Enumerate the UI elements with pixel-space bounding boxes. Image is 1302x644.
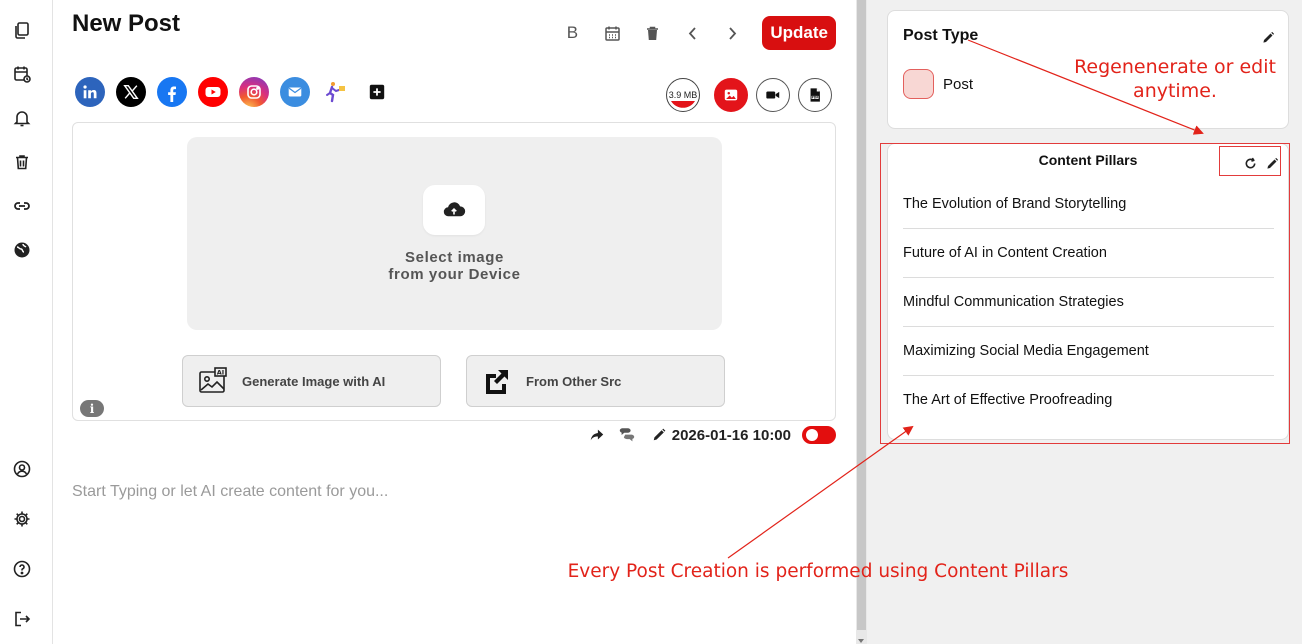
publish-toggle[interactable]: [802, 426, 836, 444]
content-pillars-edit-pencil-icon[interactable]: [1265, 156, 1279, 170]
storage-usage-badge: 3.9 MB: [666, 78, 700, 112]
globe-icon[interactable]: [12, 240, 32, 260]
cloud-upload-icon: [423, 185, 485, 235]
next-chevron-icon[interactable]: [720, 21, 744, 45]
delete-icon[interactable]: [640, 21, 664, 45]
content-pillar-item[interactable]: Maximizing Social Media Engagement: [903, 327, 1274, 376]
content-pillars-title: Content Pillars: [1038, 152, 1138, 168]
annotation-regenerate-line-2: anytime.: [1133, 80, 1217, 102]
content-pillars-card: Content Pillars The Evolution of Brand S…: [887, 143, 1289, 440]
dropzone-text: Select image from your Device: [187, 249, 722, 283]
generate-image-label: Generate Image with AI: [242, 373, 386, 389]
logout-icon[interactable]: [12, 609, 32, 629]
link-icon[interactable]: [12, 196, 32, 216]
scheduled-date[interactable]: 2026-01-16 10:00: [672, 427, 791, 444]
add-platform-icon[interactable]: [362, 77, 392, 107]
trash-icon[interactable]: [12, 152, 32, 172]
image-dropzone[interactable]: Select image from your Device: [187, 137, 722, 330]
post-meta-row: 2026-01-16 10:00: [588, 424, 836, 446]
left-sidebar: [0, 0, 53, 644]
share-icon[interactable]: [588, 426, 606, 444]
app-root: New Post B Update 3.9 MB PDF Select imag…: [0, 0, 1302, 644]
annotation-regenerate-line-1: Regenenerate or edit: [1074, 56, 1276, 78]
video-camera-icon: [766, 91, 780, 99]
email-icon[interactable]: [280, 77, 310, 107]
settings-gear-icon[interactable]: [12, 509, 32, 529]
page-title: New Post: [72, 10, 181, 37]
post-type-edit-pencil-icon[interactable]: [1262, 31, 1276, 45]
ai-image-icon: AI: [198, 366, 228, 396]
content-pillar-item[interactable]: Mindful Communication Strategies: [903, 278, 1274, 327]
help-icon[interactable]: [12, 559, 32, 579]
custom-runner-icon[interactable]: [321, 77, 351, 107]
media-upload-panel: Select image from your Device AI Generat…: [72, 122, 836, 421]
image-icon: [724, 89, 738, 101]
compose-input[interactable]: [72, 472, 832, 512]
calendar-clock-icon[interactable]: [12, 64, 32, 84]
content-pillars-tools: [1235, 156, 1279, 170]
media-controls: 3.9 MB PDF: [666, 78, 836, 114]
generate-image-ai-button[interactable]: AI Generate Image with AI: [182, 355, 441, 407]
content-pillars-list: The Evolution of Brand Storytelling Futu…: [903, 180, 1274, 425]
from-other-source-button[interactable]: From Other Src: [466, 355, 725, 407]
regenerate-icon[interactable]: [1243, 156, 1257, 170]
external-link-icon: [482, 366, 512, 396]
svg-text:PDF: PDF: [812, 96, 819, 100]
editor-toolbar: B Update: [544, 16, 836, 50]
posts-icon[interactable]: [12, 20, 32, 40]
post-type-title: Post Type: [903, 27, 979, 44]
video-media-button[interactable]: [756, 78, 790, 112]
post-type-color-swatch[interactable]: [903, 69, 934, 99]
bold-icon[interactable]: B: [560, 21, 584, 45]
dropzone-line-2: from your Device: [388, 266, 521, 283]
post-editor: New Post B Update 3.9 MB PDF Select imag…: [53, 0, 856, 644]
facebook-icon[interactable]: [157, 77, 187, 107]
image-media-button[interactable]: [714, 78, 748, 112]
previous-chevron-icon[interactable]: [680, 21, 704, 45]
svg-text:AI: AI: [217, 369, 224, 377]
from-other-source-label: From Other Src: [526, 373, 622, 389]
youtube-icon[interactable]: [198, 77, 228, 107]
scroll-down-arrow[interactable]: [858, 639, 864, 643]
annotation-bottom-text: Every Post Creation is performed using C…: [567, 561, 1069, 582]
edit-date-pencil-icon[interactable]: [650, 426, 668, 444]
pdf-file-icon: PDF: [810, 88, 820, 102]
file-size-label: 3.9 MB: [668, 90, 698, 100]
dropzone-line-1: Select image: [405, 249, 504, 266]
content-pillar-item[interactable]: The Art of Effective Proofreading: [903, 376, 1274, 425]
x-icon[interactable]: [116, 77, 146, 107]
annotation-regenerate-text: Regenenerate or edit anytime.: [1070, 55, 1280, 103]
content-pillar-item[interactable]: Future of AI in Content Creation: [903, 229, 1274, 278]
scrollbar-thumb[interactable]: [857, 0, 866, 630]
instagram-icon[interactable]: [239, 77, 269, 107]
info-icon[interactable]: i: [80, 400, 104, 417]
notification-bell-icon[interactable]: [12, 108, 32, 128]
content-pillar-item[interactable]: The Evolution of Brand Storytelling: [903, 180, 1274, 229]
user-profile-icon[interactable]: [12, 459, 32, 479]
linkedin-icon[interactable]: [75, 77, 105, 107]
calendar-icon[interactable]: [600, 21, 624, 45]
editor-scrollbar[interactable]: [856, 0, 867, 644]
pdf-media-button[interactable]: PDF: [798, 78, 832, 112]
update-button[interactable]: Update: [762, 16, 836, 50]
comments-icon[interactable]: [618, 426, 636, 444]
post-type-value: Post: [943, 76, 974, 93]
